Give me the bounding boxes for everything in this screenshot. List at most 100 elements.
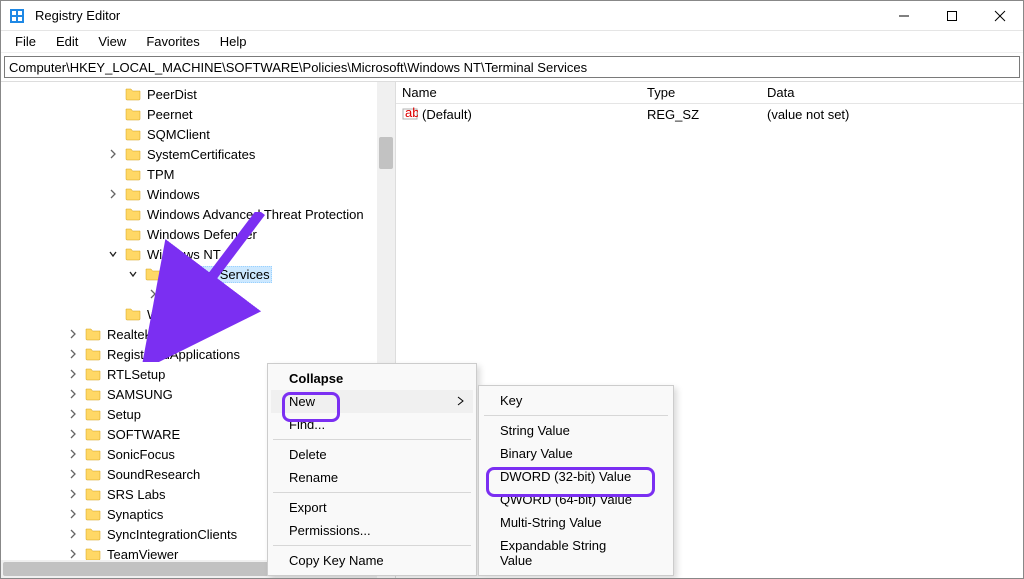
chevron-right-icon[interactable]: [65, 428, 81, 440]
cm-new-string[interactable]: String Value: [482, 419, 670, 442]
folder-icon: [85, 386, 101, 402]
folder-icon: [85, 326, 101, 342]
cm-new-label: New: [289, 394, 315, 409]
tree-node[interactable]: Terminal Services: [1, 264, 377, 284]
folder-icon: [125, 166, 141, 182]
menu-help[interactable]: Help: [210, 32, 257, 51]
col-header-type[interactable]: Type: [641, 82, 761, 103]
window-title: Registry Editor: [33, 8, 889, 23]
tree-node[interactable]: Realtek: [1, 324, 377, 344]
chevron-right-icon[interactable]: [65, 528, 81, 540]
scrollbar-thumb[interactable]: [379, 137, 393, 169]
tree-node-label: RegisteredApplications: [105, 347, 242, 362]
folder-icon: [125, 306, 141, 322]
chevron-right-icon[interactable]: [65, 448, 81, 460]
close-button[interactable]: [985, 6, 1015, 26]
tree-node[interactable]: PeerDist: [1, 84, 377, 104]
chevron-right-icon[interactable]: [145, 288, 161, 300]
folder-icon: [125, 186, 141, 202]
menu-edit[interactable]: Edit: [46, 32, 88, 51]
tree-node[interactable]: Windows: [1, 184, 377, 204]
svg-text:ab: ab: [405, 106, 418, 120]
tree-node-label: Realtek: [105, 327, 153, 342]
tree-node-label: Synaptics: [105, 507, 165, 522]
tree-node[interactable]: Windows File Pro: [1, 304, 377, 324]
cm-rename[interactable]: Rename: [271, 466, 473, 489]
chevron-right-icon[interactable]: [65, 468, 81, 480]
folder-icon: [165, 286, 181, 302]
tree-node-label: SAMSUNG: [105, 387, 175, 402]
scrollbar-thumb[interactable]: [3, 562, 283, 576]
tree-node-label: Peernet: [145, 107, 195, 122]
chevron-right-icon[interactable]: [105, 148, 121, 160]
cm-new[interactable]: New: [271, 390, 473, 413]
cm-new-binary[interactable]: Binary Value: [482, 442, 670, 465]
folder-icon: [125, 206, 141, 222]
folder-icon: [85, 546, 101, 560]
cm-permissions[interactable]: Permissions...: [271, 519, 473, 542]
cm-new-key[interactable]: Key: [482, 389, 670, 412]
folder-icon: [125, 146, 141, 162]
tree-node[interactable]: SystemCertificates: [1, 144, 377, 164]
cm-new-dword[interactable]: DWORD (32-bit) Value: [482, 465, 670, 488]
cm-find[interactable]: Find...: [271, 413, 473, 436]
tree-node-label: SystemCertificates: [145, 147, 257, 162]
minimize-button[interactable]: [889, 6, 919, 26]
tree-node-label: TeamViewer: [105, 547, 180, 561]
chevron-right-icon[interactable]: [65, 488, 81, 500]
menu-view[interactable]: View: [88, 32, 136, 51]
chevron-right-icon[interactable]: [65, 508, 81, 520]
tree-node[interactable]: TPM: [1, 164, 377, 184]
cm-export[interactable]: Export: [271, 496, 473, 519]
col-header-name[interactable]: Name: [396, 82, 641, 103]
tree-node[interactable]: Client: [1, 284, 377, 304]
tree-node-label: Windows: [145, 187, 202, 202]
cm-collapse[interactable]: Collapse: [271, 367, 473, 390]
separator: [273, 492, 471, 493]
cm-new-multi-string[interactable]: Multi-String Value: [482, 511, 670, 534]
tree-node-label: RTLSetup: [105, 367, 167, 382]
registry-editor-window: Registry Editor File Edit View Favorites…: [0, 0, 1024, 579]
chevron-down-icon[interactable]: [105, 248, 121, 260]
chevron-right-icon[interactable]: [65, 368, 81, 380]
menu-file[interactable]: File: [5, 32, 46, 51]
folder-icon: [145, 266, 161, 282]
folder-icon: [85, 446, 101, 462]
tree-node[interactable]: Windows Defender: [1, 224, 377, 244]
chevron-right-icon[interactable]: [65, 388, 81, 400]
tree-node[interactable]: Windows NT: [1, 244, 377, 264]
tree-node-label: PeerDist: [145, 87, 199, 102]
address-bar[interactable]: Computer\HKEY_LOCAL_MACHINE\SOFTWARE\Pol…: [4, 56, 1020, 78]
tree-node[interactable]: SQMClient: [1, 124, 377, 144]
tree-node[interactable]: RegisteredApplications: [1, 344, 377, 364]
folder-icon: [85, 486, 101, 502]
chevron-right-icon[interactable]: [65, 328, 81, 340]
tree-node[interactable]: Windows Advanced Threat Protection: [1, 204, 377, 224]
content-area: PeerDist Peernet SQMClient SystemCertificat…: [1, 81, 1023, 578]
folder-icon: [85, 466, 101, 482]
list-item[interactable]: ab (Default) REG_SZ (value not set): [396, 104, 1023, 124]
value-name: (Default): [422, 107, 472, 122]
folder-icon: [125, 226, 141, 242]
chevron-right-icon[interactable]: [105, 188, 121, 200]
chevron-down-icon[interactable]: [125, 268, 141, 280]
cm-copy-key-name[interactable]: Copy Key Name: [271, 549, 473, 572]
cm-new-qword[interactable]: QWORD (64-bit) Value: [482, 488, 670, 511]
chevron-right-icon[interactable]: [65, 548, 81, 560]
tree-node-label: SonicFocus: [105, 447, 177, 462]
address-text: Computer\HKEY_LOCAL_MACHINE\SOFTWARE\Pol…: [9, 60, 587, 75]
chevron-right-icon[interactable]: [65, 348, 81, 360]
window-controls: [889, 6, 1015, 26]
menu-favorites[interactable]: Favorites: [136, 32, 209, 51]
separator: [484, 415, 668, 416]
tree-node-label: Setup: [105, 407, 143, 422]
chevron-right-icon[interactable]: [65, 408, 81, 420]
col-header-data[interactable]: Data: [761, 82, 1023, 103]
context-menu-key: Collapse New Find... Delete Rename Expor…: [267, 363, 477, 576]
tree-node[interactable]: Peernet: [1, 104, 377, 124]
cm-delete[interactable]: Delete: [271, 443, 473, 466]
folder-icon: [85, 506, 101, 522]
cm-new-expandable-string[interactable]: Expandable String Value: [482, 534, 670, 572]
maximize-button[interactable]: [937, 6, 967, 26]
tree-node-label: Windows NT: [145, 247, 223, 262]
